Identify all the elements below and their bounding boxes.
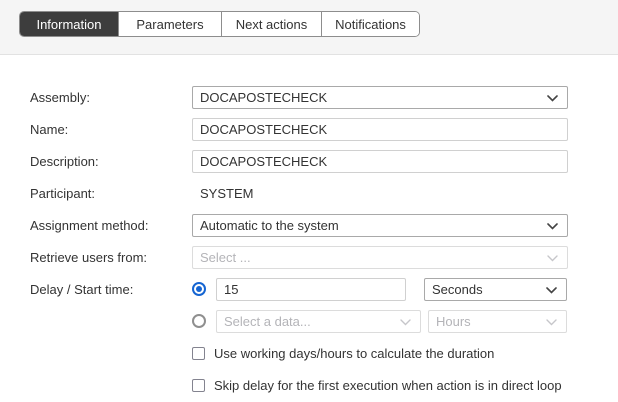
tab-information[interactable]: Information	[20, 12, 118, 36]
name-label: Name:	[30, 122, 192, 137]
skip-delay-checkbox[interactable]	[192, 379, 205, 392]
delay-duration-unit-select[interactable]: Seconds	[424, 278, 567, 301]
action-properties-screen: Information Parameters Next actions Noti…	[0, 0, 618, 402]
name-row: Name:	[0, 113, 618, 145]
assignment-method-select-value: Automatic to the system	[200, 218, 339, 233]
delay-duration-input[interactable]	[216, 278, 406, 301]
retrieve-users-select-placeholder: Select ...	[200, 250, 251, 265]
delay-duration-radio[interactable]	[192, 282, 206, 296]
tab-notifications[interactable]: Notifications	[321, 12, 419, 36]
assignment-method-select[interactable]: Automatic to the system	[192, 214, 568, 237]
description-label: Description:	[30, 154, 192, 169]
delay-duration-row: Delay / Start time: Seconds	[0, 273, 618, 305]
retrieve-users-select: Select ...	[192, 246, 568, 269]
chevron-down-icon	[400, 314, 411, 329]
retrieve-users-label: Retrieve users from:	[30, 250, 192, 265]
retrieve-users-row: Retrieve users from: Select ...	[0, 241, 618, 273]
assembly-label: Assembly:	[30, 90, 192, 105]
delay-data-radio[interactable]	[192, 314, 206, 328]
delay-duration-unit-value: Seconds	[432, 282, 483, 297]
delay-data-row: Select a data... Hours	[0, 305, 618, 337]
delay-data-select: Select a data...	[216, 310, 421, 333]
working-hours-checkbox[interactable]	[192, 347, 205, 360]
chevron-down-icon	[547, 218, 558, 233]
tab-bar: Information Parameters Next actions Noti…	[0, 0, 618, 55]
description-row: Description:	[0, 145, 618, 177]
tab-group: Information Parameters Next actions Noti…	[19, 11, 420, 37]
information-form: Assembly: DOCAPOSTECHECK Name: Descripti…	[0, 55, 618, 401]
tab-parameters[interactable]: Parameters	[118, 12, 221, 36]
skip-delay-checkbox-label: Skip delay for the first execution when …	[214, 378, 562, 393]
participant-row: Participant: SYSTEM	[0, 177, 618, 209]
delay-data-unit-value: Hours	[436, 314, 471, 329]
assembly-select-value: DOCAPOSTECHECK	[200, 90, 327, 105]
assembly-select[interactable]: DOCAPOSTECHECK	[192, 86, 568, 109]
description-input[interactable]	[192, 150, 568, 173]
chevron-down-icon	[546, 314, 557, 329]
chevron-down-icon	[546, 282, 557, 297]
chevron-down-icon	[547, 250, 558, 265]
participant-value: SYSTEM	[192, 186, 253, 201]
participant-label: Participant:	[30, 186, 192, 201]
assignment-method-row: Assignment method: Automatic to the syst…	[0, 209, 618, 241]
assembly-row: Assembly: DOCAPOSTECHECK	[0, 81, 618, 113]
skip-delay-row: Skip delay for the first execution when …	[0, 369, 618, 401]
delay-start-time-label: Delay / Start time:	[30, 282, 192, 297]
chevron-down-icon	[547, 90, 558, 105]
delay-data-select-placeholder: Select a data...	[224, 314, 311, 329]
delay-data-unit-select: Hours	[428, 310, 567, 333]
assignment-method-label: Assignment method:	[30, 218, 192, 233]
name-input[interactable]	[192, 118, 568, 141]
tab-next-actions[interactable]: Next actions	[221, 12, 321, 36]
working-hours-row: Use working days/hours to calculate the …	[0, 337, 618, 369]
working-hours-checkbox-label: Use working days/hours to calculate the …	[214, 346, 494, 361]
